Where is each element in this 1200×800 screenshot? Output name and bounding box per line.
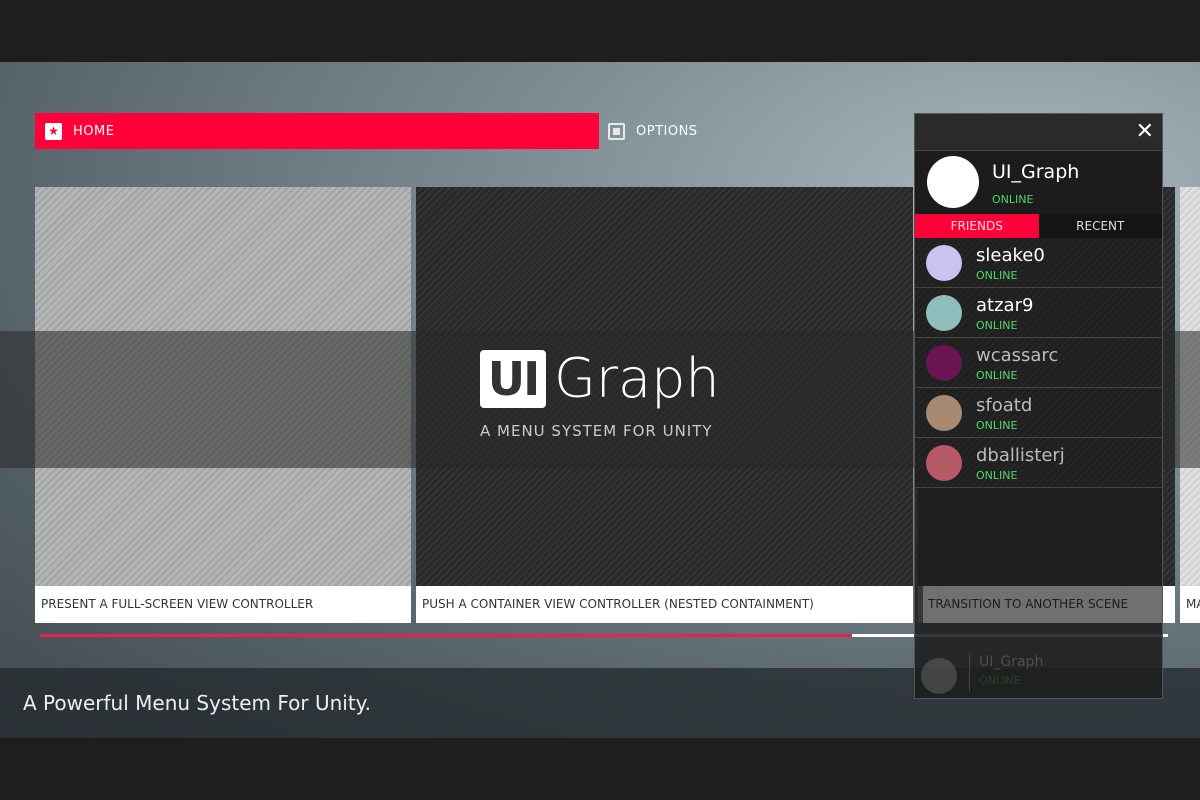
panel-header: ✕: [915, 114, 1162, 151]
card-caption: MA: [1180, 586, 1200, 623]
friend-name: dballisterj: [976, 445, 1065, 466]
avatar: [926, 295, 962, 331]
friend-item[interactable]: sleake0 ONLINE: [915, 238, 1162, 288]
avatar: [926, 245, 962, 281]
footer-text: A Powerful Menu System For Unity.: [23, 691, 372, 715]
friend-item[interactable]: dballisterj ONLINE: [915, 438, 1162, 488]
star-icon: ★: [45, 122, 62, 140]
logo-word: Graph: [554, 347, 720, 410]
friend-name: atzar9: [976, 295, 1034, 316]
uigraph-logo: UI Graph A MENU SYSTEM FOR UNITY: [480, 350, 720, 440]
tab-options[interactable]: OPTIONS: [608, 113, 698, 149]
avatar: [927, 156, 979, 208]
user-status: ONLINE: [992, 193, 1034, 206]
tab-recent[interactable]: RECENT: [1038, 214, 1162, 238]
avatar: [926, 345, 962, 381]
friend-status: ONLINE: [976, 319, 1018, 332]
tab-home[interactable]: ★ HOME: [35, 113, 599, 149]
friend-item[interactable]: wcassarc ONLINE: [915, 338, 1162, 388]
avatar: [926, 395, 962, 431]
friend-name: sfoatd: [976, 395, 1033, 416]
user-profile: UI_Graph ONLINE: [915, 151, 1162, 214]
card-caption: PRESENT A FULL-SCREEN VIEW CONTROLLER: [35, 586, 411, 623]
friend-item[interactable]: atzar9 ONLINE: [915, 288, 1162, 338]
avatar: [926, 445, 962, 481]
friend-status: ONLINE: [976, 419, 1018, 432]
card-caption-transition-scene[interactable]: TRANSITION TO ANOTHER SCENE: [923, 586, 1162, 623]
user-name: UI_Graph: [992, 161, 1080, 183]
friends-list: sleake0 ONLINE atzar9 ONLINE wcassarc ONLINE s…: [915, 238, 1162, 488]
panel-tabs: FRIENDS RECENT: [915, 214, 1162, 238]
logo-mark: UI: [480, 350, 546, 408]
logo-tagline: A MENU SYSTEM FOR UNITY: [480, 422, 713, 440]
top-bar: [0, 0, 1200, 62]
friend-status: ONLINE: [976, 369, 1018, 382]
friend-name: sleake0: [976, 245, 1045, 266]
friend-status: ONLINE: [976, 469, 1018, 482]
user-profile-collapsed: UI_Graph ONLINE: [915, 650, 1162, 698]
avatar: [921, 658, 957, 694]
options-icon: [608, 122, 625, 140]
bottom-bar: [0, 738, 1200, 800]
friend-item[interactable]: sfoatd ONLINE: [915, 388, 1162, 438]
friend-status: ONLINE: [976, 269, 1018, 282]
tab-options-label: OPTIONS: [636, 123, 698, 139]
tab-home-label: HOME: [73, 123, 115, 139]
progress-fill: [40, 634, 853, 637]
tab-friends[interactable]: FRIENDS: [915, 214, 1039, 238]
close-icon[interactable]: ✕: [1136, 119, 1154, 144]
user-status: ONLINE: [979, 674, 1021, 687]
card-caption: PUSH A CONTAINER VIEW CONTROLLER (NESTED…: [416, 586, 913, 623]
divider: [969, 654, 970, 692]
user-name: UI_Graph: [979, 654, 1044, 670]
friend-name: wcassarc: [976, 345, 1059, 366]
